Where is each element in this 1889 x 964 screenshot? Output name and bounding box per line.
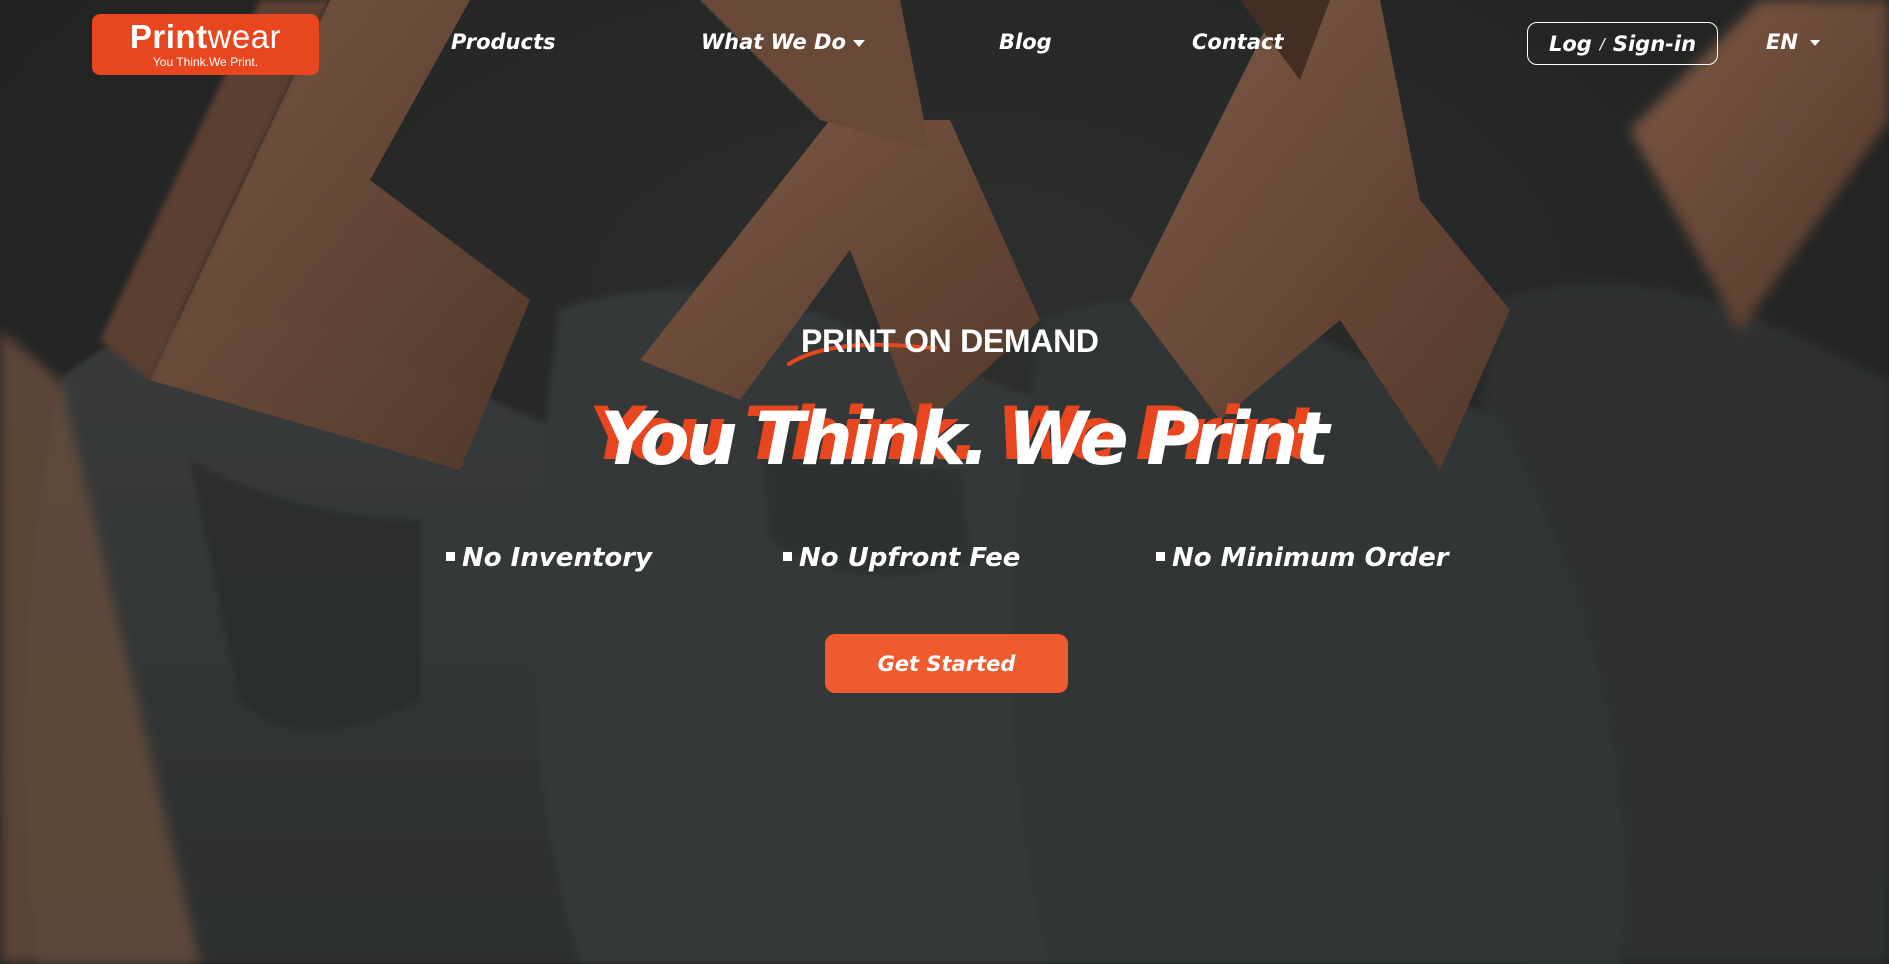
- login-separator: /: [1599, 34, 1605, 53]
- chevron-down-icon: [852, 39, 865, 47]
- chevron-down-icon: [1809, 40, 1820, 46]
- feature-label: No Inventory: [462, 543, 653, 573]
- feature-no-inventory: No Inventory: [446, 543, 652, 573]
- login-signin-button[interactable]: Log / Sign-in: [1527, 22, 1718, 65]
- bullet-icon: [446, 552, 455, 561]
- feature-label: No Minimum Order: [1172, 543, 1449, 573]
- hero-headline: You Think. We Print: [600, 397, 1329, 482]
- language-label: EN: [1766, 30, 1798, 54]
- language-selector[interactable]: EN: [1766, 30, 1820, 54]
- nav-what-we-do-label: What We Do: [701, 30, 846, 54]
- nav-what-we-do[interactable]: What We Do: [701, 30, 865, 54]
- login-label: Log: [1548, 31, 1592, 56]
- hero-eyebrow: PRINT ON DEMAND: [801, 323, 1099, 359]
- nav-products[interactable]: Products: [451, 30, 556, 54]
- bullet-icon: [783, 552, 792, 561]
- feature-no-minimum-order: No Minimum Order: [1156, 543, 1449, 573]
- nav-contact[interactable]: Contact: [1192, 30, 1284, 54]
- nav-blog[interactable]: Blog: [999, 30, 1052, 54]
- logo-tagline: You Think.We Print.: [152, 55, 259, 69]
- brand-logo[interactable]: Printwear You Think.We Print.: [92, 14, 319, 75]
- signin-label: Sign-in: [1612, 31, 1697, 56]
- logo-wordmark: Printwear: [129, 18, 282, 55]
- feature-label: No Upfront Fee: [799, 543, 1021, 573]
- feature-no-upfront-fee: No Upfront Fee: [783, 543, 1020, 573]
- bullet-icon: [1156, 552, 1165, 561]
- get-started-button[interactable]: Get Started: [825, 634, 1068, 693]
